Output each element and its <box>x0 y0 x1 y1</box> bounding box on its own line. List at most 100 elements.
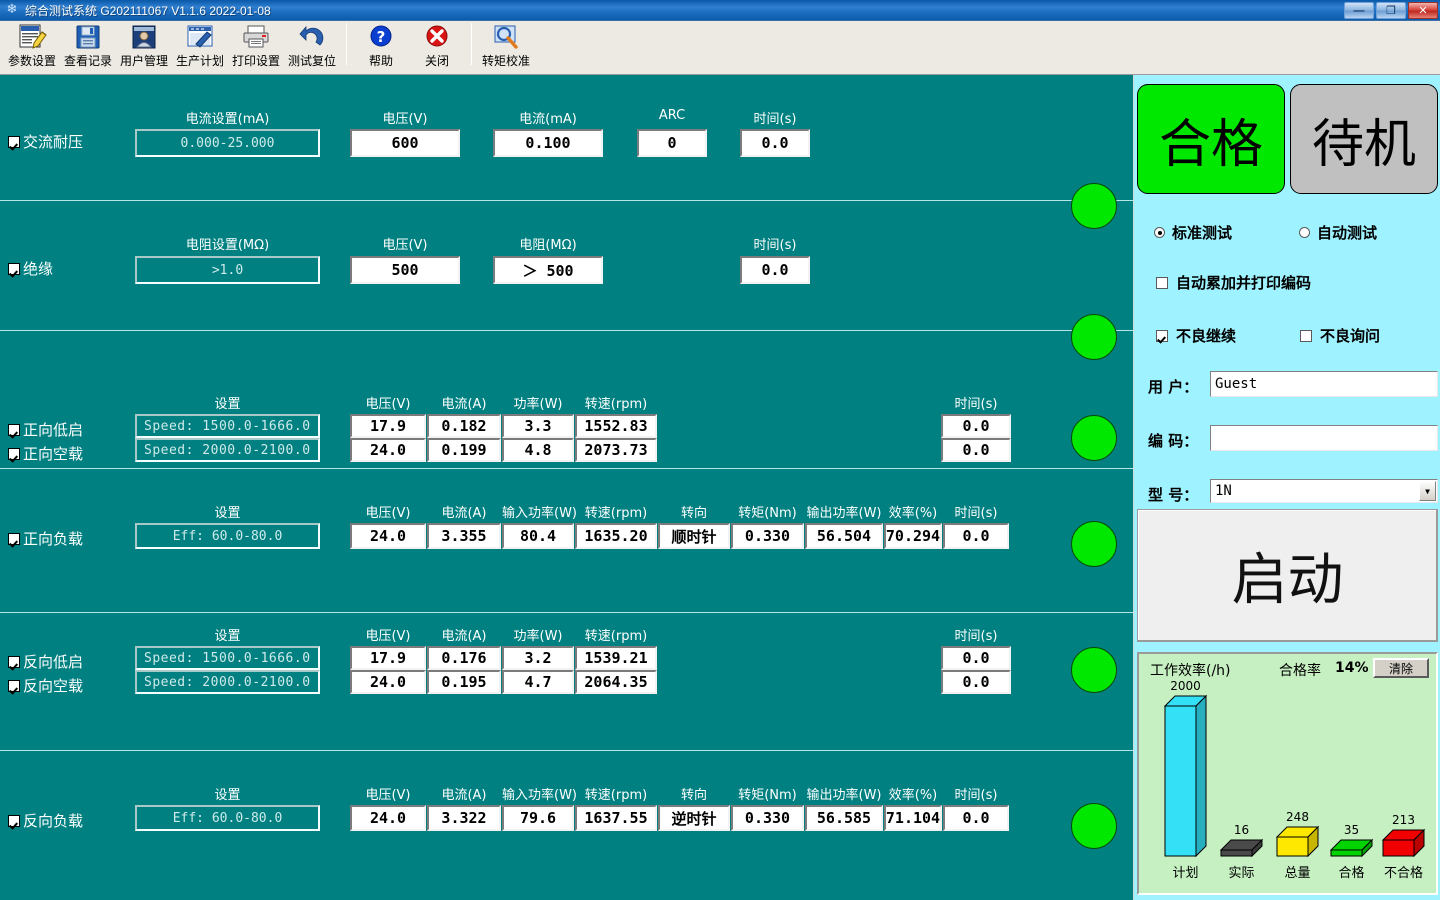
result-badge: 合格 <box>1137 84 1285 194</box>
toolbar-view-records[interactable]: 查看记录 <box>60 21 116 73</box>
column-header-resistance: 电阻(MΩ) <box>493 234 603 253</box>
checkbox-box <box>1156 330 1168 342</box>
column-header-power: 功率(W) <box>502 393 574 412</box>
row-label-text: 反向低启 <box>23 651 83 672</box>
toolbar-parameter-settings[interactable]: 参数设置 <box>4 21 60 73</box>
status-lamp-forward-load <box>1071 521 1117 567</box>
column-header-direction: 转向 <box>658 502 730 521</box>
toolbar: 参数设置 查看记录 用户管理 <box>0 21 1440 75</box>
checkbox-box <box>8 815 20 827</box>
column-header-setting: 设置 <box>135 625 320 644</box>
row-checkbox-reverse-low-start[interactable]: 反向低启 <box>8 651 83 672</box>
value-output-power: 56.585 <box>805 805 883 831</box>
toolbar-production-plan[interactable]: 生产计划 <box>172 21 228 73</box>
section-checkbox-insulation[interactable]: 绝缘 <box>8 258 53 279</box>
value-current: 0.195 <box>427 670 501 694</box>
value-resistance: ＞ 500 <box>493 256 603 284</box>
column-header-torque: 转矩(Nm) <box>731 502 804 521</box>
help-icon: ? <box>365 23 397 51</box>
column-header-setting: 电流设置(mA) <box>135 108 320 127</box>
toolbar-user-management[interactable]: 用户管理 <box>116 21 172 73</box>
column-header-time: 时间(s) <box>941 393 1011 412</box>
toolbar-print-settings[interactable]: 打印设置 <box>228 21 284 73</box>
value-current: 0.100 <box>493 129 603 157</box>
checkbox-label: 不良继续 <box>1176 325 1236 346</box>
checkbox-label: 不良询问 <box>1320 325 1380 346</box>
radio-dot <box>1154 227 1165 238</box>
section-checkbox-reverse-load[interactable]: 反向负载 <box>8 810 83 831</box>
row-label-text: 反向空载 <box>23 675 83 696</box>
section-checkbox-ac-hipot[interactable]: 交流耐压 <box>8 131 83 152</box>
bar-value: 248 <box>1269 810 1326 824</box>
chevron-down-icon[interactable]: ▼ <box>1419 481 1436 501</box>
close-button[interactable]: ✕ <box>1408 2 1438 19</box>
column-header-speed: 转速(rpm) <box>575 502 657 521</box>
column-header-voltage: 电压(V) <box>350 625 426 644</box>
setting-value-reverse-load: Eff: 60.0-80.0 <box>135 805 320 831</box>
column-header-time: 时间(s) <box>740 234 810 253</box>
bar-category: 不合格 <box>1370 862 1437 881</box>
checkbox-box <box>1300 330 1312 342</box>
column-header-efficiency: 效率(%) <box>884 784 942 803</box>
maximize-button[interactable]: ❐ <box>1376 2 1406 19</box>
value-time: 0.0 <box>740 129 810 157</box>
checkbox-box <box>8 136 20 148</box>
value-direction: 逆时针 <box>658 805 730 831</box>
code-label: 编 码： <box>1148 430 1198 451</box>
test-sections-area: 交流耐压 电流设置(mA) 0.000-25.000 电压(V) 600 电流(… <box>0 75 1133 900</box>
toolbar-label: 查看记录 <box>64 52 112 69</box>
torque-calibration-icon <box>490 23 522 51</box>
model-combo-value: 1N <box>1215 483 1232 499</box>
user-input[interactable]: Guest <box>1210 371 1438 397</box>
bar-value: 2000 <box>1157 679 1214 693</box>
column-header-voltage: 电压(V) <box>350 393 426 412</box>
section-forward-load: 正向负载 设置 Eff: 60.0-80.0 电压(V) 电流(A) 输入功率(… <box>0 469 1133 613</box>
column-header-speed: 转速(rpm) <box>575 784 657 803</box>
column-header-current: 电流(A) <box>427 393 501 412</box>
title-bar: ❄ 综合测试系统 G202111067 V1.1.6 2022-01-08 — … <box>0 0 1440 21</box>
row-checkbox-forward-noload[interactable]: 正向空载 <box>8 443 83 464</box>
radio-dot <box>1299 227 1310 238</box>
column-header-voltage: 电压(V) <box>350 234 460 253</box>
value-speed: 2073.73 <box>575 438 657 462</box>
checkbox-box <box>8 263 20 275</box>
toolbar-label: 用户管理 <box>120 52 168 69</box>
section-label: 反向负载 <box>23 810 83 831</box>
toolbar-label: 打印设置 <box>232 52 280 69</box>
close-icon <box>421 23 453 51</box>
section-label: 正向负载 <box>23 528 83 549</box>
toolbar-help[interactable]: ? 帮助 <box>353 21 409 73</box>
toolbar-close[interactable]: 关闭 <box>409 21 465 73</box>
start-button[interactable]: 启动 <box>1137 509 1438 642</box>
checkbox-box <box>1156 277 1168 289</box>
section-label: 绝缘 <box>23 258 53 279</box>
checkbox-auto-increment-print[interactable]: 自动累加并打印编码 <box>1156 272 1311 293</box>
toolbar-torque-calibration[interactable]: 转矩校准 <box>478 21 534 73</box>
value-power: 3.3 <box>502 414 574 438</box>
value-power: 3.2 <box>502 646 574 670</box>
application-window: ❄ 综合测试系统 G202111067 V1.1.6 2022-01-08 — … <box>0 0 1440 900</box>
radio-auto-test[interactable]: 自动测试 <box>1299 222 1377 243</box>
toolbar-label: 关闭 <box>425 52 449 69</box>
section-checkbox-forward-load[interactable]: 正向负载 <box>8 528 83 549</box>
row-checkbox-forward-low-start[interactable]: 正向低启 <box>8 419 83 440</box>
value-output-power: 56.504 <box>805 523 883 549</box>
row-checkbox-reverse-noload[interactable]: 反向空载 <box>8 675 83 696</box>
save-records-icon <box>72 23 104 51</box>
column-header-setting: 设置 <box>135 502 320 521</box>
setting-value-reverse-low-start: Speed: 1500.0-1666.0 <box>135 646 320 670</box>
setting-value-reverse-noload: Speed: 2000.0-2100.0 <box>135 670 320 694</box>
column-header-torque: 转矩(Nm) <box>731 784 804 803</box>
radio-standard-test[interactable]: 标准测试 <box>1154 222 1299 243</box>
toolbar-label: 测试复位 <box>288 52 336 69</box>
minimize-button[interactable]: — <box>1344 2 1374 19</box>
toolbar-test-reset[interactable]: 测试复位 <box>284 21 340 73</box>
checkbox-fail-ask[interactable]: 不良询问 <box>1300 325 1380 346</box>
checkbox-fail-continue[interactable]: 不良继续 <box>1156 325 1236 346</box>
production-plan-icon <box>184 23 216 51</box>
value-input-power: 79.6 <box>502 805 574 831</box>
code-input[interactable] <box>1210 425 1438 451</box>
column-header-setting: 设置 <box>135 393 320 412</box>
checkbox-box <box>8 533 20 545</box>
model-combo[interactable]: 1N ▼ <box>1210 479 1438 503</box>
